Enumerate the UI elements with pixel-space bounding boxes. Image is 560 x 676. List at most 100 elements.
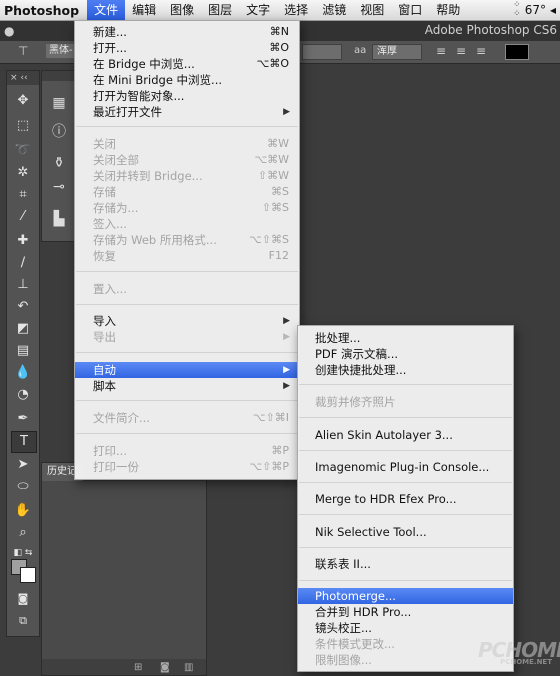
menu-filter[interactable]: 滤镜 bbox=[315, 0, 353, 20]
menu-type[interactable]: 文字 bbox=[239, 0, 277, 20]
align-left-icon[interactable]: ≡ bbox=[436, 44, 446, 58]
crop-tool-icon[interactable]: ⌗ bbox=[11, 185, 35, 205]
history-brush-tool-icon[interactable]: ↶ bbox=[11, 297, 35, 317]
type-tool-icon[interactable]: T bbox=[11, 431, 37, 453]
menu-item-print[interactable]: 打印... ⌘P bbox=[75, 443, 299, 459]
clone-source-panel-icon[interactable]: ⊸ bbox=[49, 179, 69, 197]
path-selection-tool-icon[interactable]: ➤ bbox=[11, 455, 35, 475]
menu-separator bbox=[76, 271, 298, 272]
menu-item-open-as-smart-object[interactable]: 打开为智能对象... bbox=[75, 88, 299, 104]
menu-help[interactable]: 帮助 bbox=[429, 0, 467, 20]
eraser-tool-icon[interactable]: ◩ bbox=[11, 319, 35, 339]
history-panel-footer: ⊞ ◙ ▥ bbox=[42, 659, 206, 675]
menu-item-close-all[interactable]: 关闭全部 ⌥⌘W bbox=[75, 152, 299, 168]
submenu-item-lens-correction[interactable]: 镜头校正... bbox=[298, 620, 513, 636]
align-center-icon[interactable]: ≡ bbox=[456, 44, 466, 58]
menu-item-import[interactable]: 导入 ▶ bbox=[75, 313, 299, 329]
submenu-item-merge-to-hdr-efex[interactable]: Merge to HDR Efex Pro... bbox=[298, 491, 513, 507]
menu-item-new[interactable]: 新建... ⌘N bbox=[75, 24, 299, 40]
submenu-item-batch[interactable]: 批处理... bbox=[298, 330, 513, 346]
font-family-dropdown[interactable]: 黑体- bbox=[46, 44, 77, 58]
pchome-watermark-logo: PCHOME PCHOME.NET bbox=[478, 638, 560, 666]
font-size-dropdown[interactable] bbox=[302, 44, 342, 60]
menu-image[interactable]: 图像 bbox=[163, 0, 201, 20]
zoom-tool-icon[interactable]: ⌕ bbox=[11, 523, 35, 543]
submenu-item-alien-skin-autolayer[interactable]: Alien Skin Autolayer 3... bbox=[298, 427, 513, 443]
align-right-icon[interactable]: ≡ bbox=[476, 44, 486, 58]
clone-stamp-tool-icon[interactable]: ⊥ bbox=[11, 275, 35, 295]
magic-wand-tool-icon[interactable]: ✲ bbox=[11, 163, 35, 183]
create-snapshot-icon[interactable]: ◙ bbox=[160, 662, 170, 673]
pen-tool-icon[interactable]: ✒ bbox=[11, 409, 35, 429]
menu-view[interactable]: 视图 bbox=[353, 0, 391, 20]
text-color-swatch[interactable] bbox=[505, 44, 529, 60]
submenu-item-photomerge[interactable]: Photomerge... bbox=[298, 588, 513, 604]
menu-item-print-one-copy[interactable]: 打印一份 ⌥⇧⌘P bbox=[75, 459, 299, 475]
app-title: Adobe Photoshop CS6 bbox=[424, 23, 557, 37]
submenu-item-nik-selective-tool[interactable]: Nik Selective Tool... bbox=[298, 524, 513, 540]
submenu-item-imagenomic-console[interactable]: Imagenomic Plug-in Console... bbox=[298, 459, 513, 475]
menu-item-check-in[interactable]: 签入... bbox=[75, 216, 299, 232]
orientation-toggle-icon[interactable]: ⊤ bbox=[18, 44, 28, 58]
menu-item-automate[interactable]: 自动 ▶ bbox=[75, 362, 299, 378]
toolbox-header[interactable]: × ‹‹ bbox=[7, 71, 39, 85]
submenu-item-contact-sheet[interactable]: 联系表 II... bbox=[298, 556, 513, 572]
submenu-item-create-droplet[interactable]: 创建快捷批处理... bbox=[298, 362, 513, 378]
antialias-dropdown[interactable]: 浑厚 bbox=[372, 44, 422, 60]
menu-item-browse-in-bridge[interactable]: 在 Bridge 中浏览... ⌥⌘O bbox=[75, 56, 299, 72]
dodge-tool-icon[interactable]: ◔ bbox=[11, 385, 35, 405]
menu-separator bbox=[299, 450, 512, 451]
menu-item-save[interactable]: 存储 ⌘S bbox=[75, 184, 299, 200]
menu-window[interactable]: 窗口 bbox=[391, 0, 429, 20]
quick-mask-icon[interactable]: ◙ bbox=[11, 589, 35, 609]
menu-item-open[interactable]: 打开... ⌘O bbox=[75, 40, 299, 56]
menu-item-place[interactable]: 置入... bbox=[75, 281, 299, 297]
menu-file[interactable]: 文件 bbox=[87, 0, 126, 20]
app-menu-photoshop[interactable]: Photoshop bbox=[0, 3, 87, 18]
menu-item-scripts[interactable]: 脚本 ▶ bbox=[75, 378, 299, 394]
lasso-tool-icon[interactable]: ➰ bbox=[11, 141, 35, 161]
menu-separator bbox=[76, 433, 298, 434]
menu-item-close[interactable]: 关闭 ⌘W bbox=[75, 136, 299, 152]
collapsed-panel-column: ▦ ⓘ ⚱ ⊸ ▙ bbox=[41, 70, 77, 242]
close-circle-icon[interactable]: ● bbox=[4, 24, 14, 38]
menu-item-file-info[interactable]: 文件简介... ⌥⇧⌘I bbox=[75, 410, 299, 426]
submenu-item-pdf-presentation[interactable]: PDF 演示文稿... bbox=[298, 346, 513, 362]
weather-icon[interactable]: ⁘ ⁘ bbox=[513, 1, 521, 19]
volume-icon[interactable]: ◂ bbox=[550, 3, 556, 17]
submenu-item-merge-to-hdr-pro[interactable]: 合并到 HDR Pro... bbox=[298, 604, 513, 620]
menu-select[interactable]: 选择 bbox=[277, 0, 315, 20]
status-area: ⁘ ⁘ 67° ◂ bbox=[513, 1, 560, 19]
move-tool-icon[interactable]: ✥ bbox=[11, 91, 35, 111]
history-panel: 历史记 ⊞ ◙ ▥ bbox=[41, 462, 207, 676]
menu-item-close-and-go-to-bridge[interactable]: 关闭并转到 Bridge... ⇧⌘W bbox=[75, 168, 299, 184]
delete-state-icon[interactable]: ▥ bbox=[184, 662, 193, 673]
screen-mode-icon[interactable]: ⧉ bbox=[11, 611, 35, 631]
menu-item-save-as[interactable]: 存储为... ⇧⌘S bbox=[75, 200, 299, 216]
marquee-tool-icon[interactable]: ⬚ bbox=[11, 116, 35, 136]
menu-edit[interactable]: 编辑 bbox=[125, 0, 163, 20]
gradient-tool-icon[interactable]: ▤ bbox=[11, 341, 35, 361]
menu-item-revert[interactable]: 恢复 F12 bbox=[75, 248, 299, 264]
ellipse-tool-icon[interactable]: ⬭ bbox=[11, 477, 35, 497]
hand-tool-icon[interactable]: ✋ bbox=[11, 501, 35, 521]
menu-item-browse-in-mini-bridge[interactable]: 在 Mini Bridge 中浏览... bbox=[75, 72, 299, 88]
menu-item-save-for-web[interactable]: 存储为 Web 所用格式... ⌥⇧⌘S bbox=[75, 232, 299, 248]
file-menu-dropdown: 新建... ⌘N 打开... ⌘O 在 Bridge 中浏览... ⌥⌘O 在 … bbox=[74, 20, 300, 480]
histogram-panel-icon[interactable]: ▦ bbox=[49, 95, 69, 113]
panel-column-header[interactable] bbox=[42, 71, 76, 81]
healing-brush-tool-icon[interactable]: ✚ bbox=[11, 231, 35, 251]
menu-separator bbox=[299, 384, 512, 385]
info-panel-icon[interactable]: ⓘ bbox=[49, 121, 69, 140]
background-color-swatch[interactable] bbox=[20, 567, 36, 583]
brush-presets-panel-icon[interactable]: ⚱ bbox=[49, 155, 69, 173]
menu-layer[interactable]: 图层 bbox=[201, 0, 239, 20]
menu-item-open-recent[interactable]: 最近打开文件 ▶ bbox=[75, 104, 299, 120]
brush-tool-icon[interactable]: ∕ bbox=[11, 253, 35, 273]
character-styles-panel-icon[interactable]: ▙ bbox=[49, 211, 69, 229]
new-document-from-state-icon[interactable]: ⊞ bbox=[134, 662, 142, 673]
eyedropper-tool-icon[interactable]: ⁄ bbox=[11, 207, 35, 227]
submenu-item-crop-and-straighten[interactable]: 裁剪并修齐照片 bbox=[298, 394, 513, 410]
blur-tool-icon[interactable]: 💧 bbox=[11, 363, 35, 383]
menu-item-export[interactable]: 导出 ▶ bbox=[75, 329, 299, 345]
